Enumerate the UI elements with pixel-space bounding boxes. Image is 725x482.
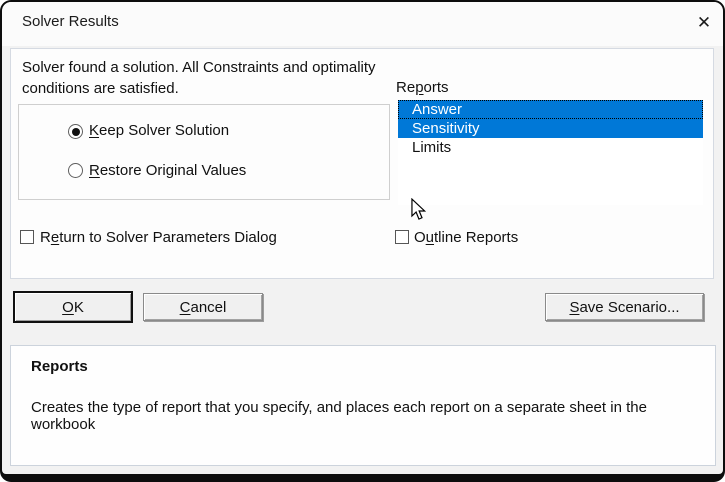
list-item-limits[interactable]: Limits — [398, 138, 703, 157]
solver-status-message: Solver found a solution. All Constraints… — [22, 59, 376, 97]
list-item-answer[interactable]: Answer — [398, 100, 703, 119]
return-to-solver-parameters-label[interactable]: Return to Solver Parameters Dialog — [40, 229, 277, 246]
dialog-body: Solver Results ✕ Solver found a solution… — [2, 2, 723, 474]
return-to-solver-parameters-checkbox[interactable] — [20, 230, 34, 244]
titlebar: Solver Results ✕ — [2, 2, 723, 46]
close-icon[interactable]: ✕ — [690, 9, 718, 37]
solver-results-dialog: Solver Results ✕ Solver found a solution… — [0, 0, 725, 482]
restore-original-values-label[interactable]: Restore Original Values — [89, 162, 246, 179]
restore-original-values-radio[interactable] — [68, 163, 83, 178]
reports-help-panel: Reports Creates the type of report that … — [10, 345, 716, 466]
keep-solver-solution-radio[interactable] — [68, 124, 83, 139]
dialog-title: Solver Results — [22, 13, 119, 30]
reports-list-label: Reports — [396, 79, 449, 96]
help-heading: Reports — [31, 358, 88, 375]
outline-reports-checkbox[interactable] — [395, 230, 409, 244]
reports-listbox[interactable]: Answer Sensitivity Limits — [398, 100, 703, 205]
outline-reports-label[interactable]: Outline Reports — [414, 229, 518, 246]
list-item-sensitivity[interactable]: Sensitivity — [398, 119, 703, 138]
ok-button[interactable]: OK — [13, 291, 133, 323]
help-description: Creates the type of report that you spec… — [31, 399, 647, 433]
save-scenario-button[interactable]: Save Scenario... — [545, 293, 704, 321]
cancel-button[interactable]: Cancel — [143, 293, 263, 321]
solution-groupbox — [18, 104, 390, 200]
keep-solver-solution-label[interactable]: Keep Solver Solution — [89, 122, 229, 139]
